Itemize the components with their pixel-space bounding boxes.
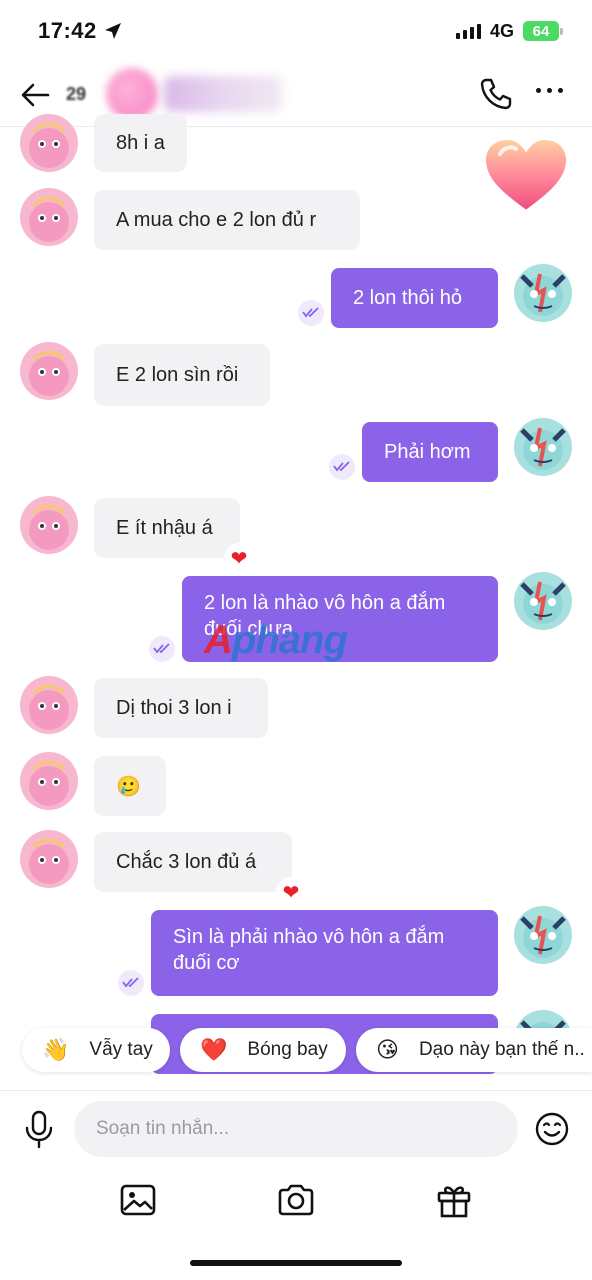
quick-reply-label: Vẫy tay (89, 1039, 153, 1060)
seen-check-icon (298, 300, 324, 326)
composer (0, 1090, 592, 1167)
quick-reply-bar: 👋 Vẫy tay ❤️ Bóng bay 😘 Dạo này bạn thế … (0, 1028, 592, 1076)
network-label: 4G (490, 21, 515, 41)
contact-avatar-small[interactable] (20, 752, 78, 810)
header-unread-count: 29 (66, 84, 87, 104)
message-input[interactable] (74, 1101, 518, 1157)
seen-check-icon (329, 454, 355, 480)
contact-name-blurred[interactable] (164, 76, 282, 112)
quick-reply-label: Bóng bay (247, 1039, 328, 1060)
contact-avatar-small[interactable] (20, 830, 78, 888)
wave-icon: 👋 (42, 1037, 70, 1062)
contact-avatar-small[interactable] (20, 342, 78, 400)
message-bubble-incoming[interactable]: Dị thoi 3 lon i (94, 678, 268, 738)
my-avatar[interactable] (514, 264, 572, 322)
quick-reply-balloon[interactable]: ❤️ Bóng bay (180, 1028, 346, 1072)
smiley-icon[interactable] (534, 1111, 570, 1147)
quick-reply-greeting[interactable]: 😘 Dạo này bạn thế n.. (356, 1028, 592, 1072)
heart-reaction-icon[interactable]: ❤ (276, 877, 306, 907)
message-bubble-incoming[interactable]: Chắc 3 lon đủ á (94, 832, 292, 892)
contact-avatar[interactable] (106, 68, 158, 120)
kiss-face-icon: 😘 (376, 1037, 399, 1062)
my-avatar[interactable] (514, 572, 572, 630)
contact-avatar-small[interactable] (20, 188, 78, 246)
heart-reaction-icon[interactable]: ❤ (224, 543, 254, 573)
heart-badge-icon[interactable] (478, 132, 574, 218)
microphone-icon[interactable] (22, 1109, 56, 1149)
gift-icon[interactable] (434, 1180, 474, 1220)
quick-reply-wave[interactable]: 👋 Vẫy tay (22, 1028, 170, 1072)
phone-icon[interactable] (478, 76, 514, 112)
message-bubble-outgoing[interactable]: Sìn là phải nhào vô hôn a đắm đuối cơ (151, 910, 498, 996)
back-arrow-icon[interactable] (18, 78, 52, 112)
location-arrow-icon (105, 23, 121, 39)
chat-header: 29 (0, 62, 592, 127)
camera-icon[interactable] (276, 1180, 316, 1220)
my-avatar[interactable] (514, 906, 572, 964)
message-bubble-incoming[interactable]: E 2 lon sìn rồi (94, 344, 270, 406)
signal-icon (456, 24, 481, 39)
battery-indicator: 64 (523, 21, 563, 41)
more-dots-icon[interactable] (536, 88, 563, 93)
bottom-toolbar (0, 1170, 592, 1230)
message-bubble-incoming[interactable]: 8h i a (94, 114, 187, 172)
home-indicator (190, 1260, 402, 1266)
message-bubble-incoming[interactable]: A mua cho e 2 lon đủ r (94, 190, 360, 250)
message-bubble-incoming[interactable]: E ít nhậu á (94, 498, 240, 558)
message-bubble-outgoing[interactable]: 2 lon thôi hỏ (331, 268, 498, 328)
my-avatar[interactable] (514, 418, 572, 476)
quick-reply-label: Dạo này bạn thế n.. (418, 1039, 585, 1060)
contact-avatar-small[interactable] (20, 114, 78, 172)
seen-check-icon (149, 636, 175, 662)
seen-check-icon (118, 970, 144, 996)
watermark-logo: Aphang (204, 618, 348, 662)
contact-avatar-small[interactable] (20, 496, 78, 554)
message-bubble-incoming[interactable]: 🥲 (94, 756, 166, 816)
contact-avatar-small[interactable] (20, 676, 78, 734)
message-bubble-outgoing[interactable]: Phải hơm (362, 422, 498, 482)
status-time: 17:42 (38, 18, 97, 43)
image-icon[interactable] (118, 1180, 158, 1220)
heart-icon: ❤️ (200, 1037, 228, 1062)
status-bar: 17:42 4G 64 (0, 0, 592, 62)
